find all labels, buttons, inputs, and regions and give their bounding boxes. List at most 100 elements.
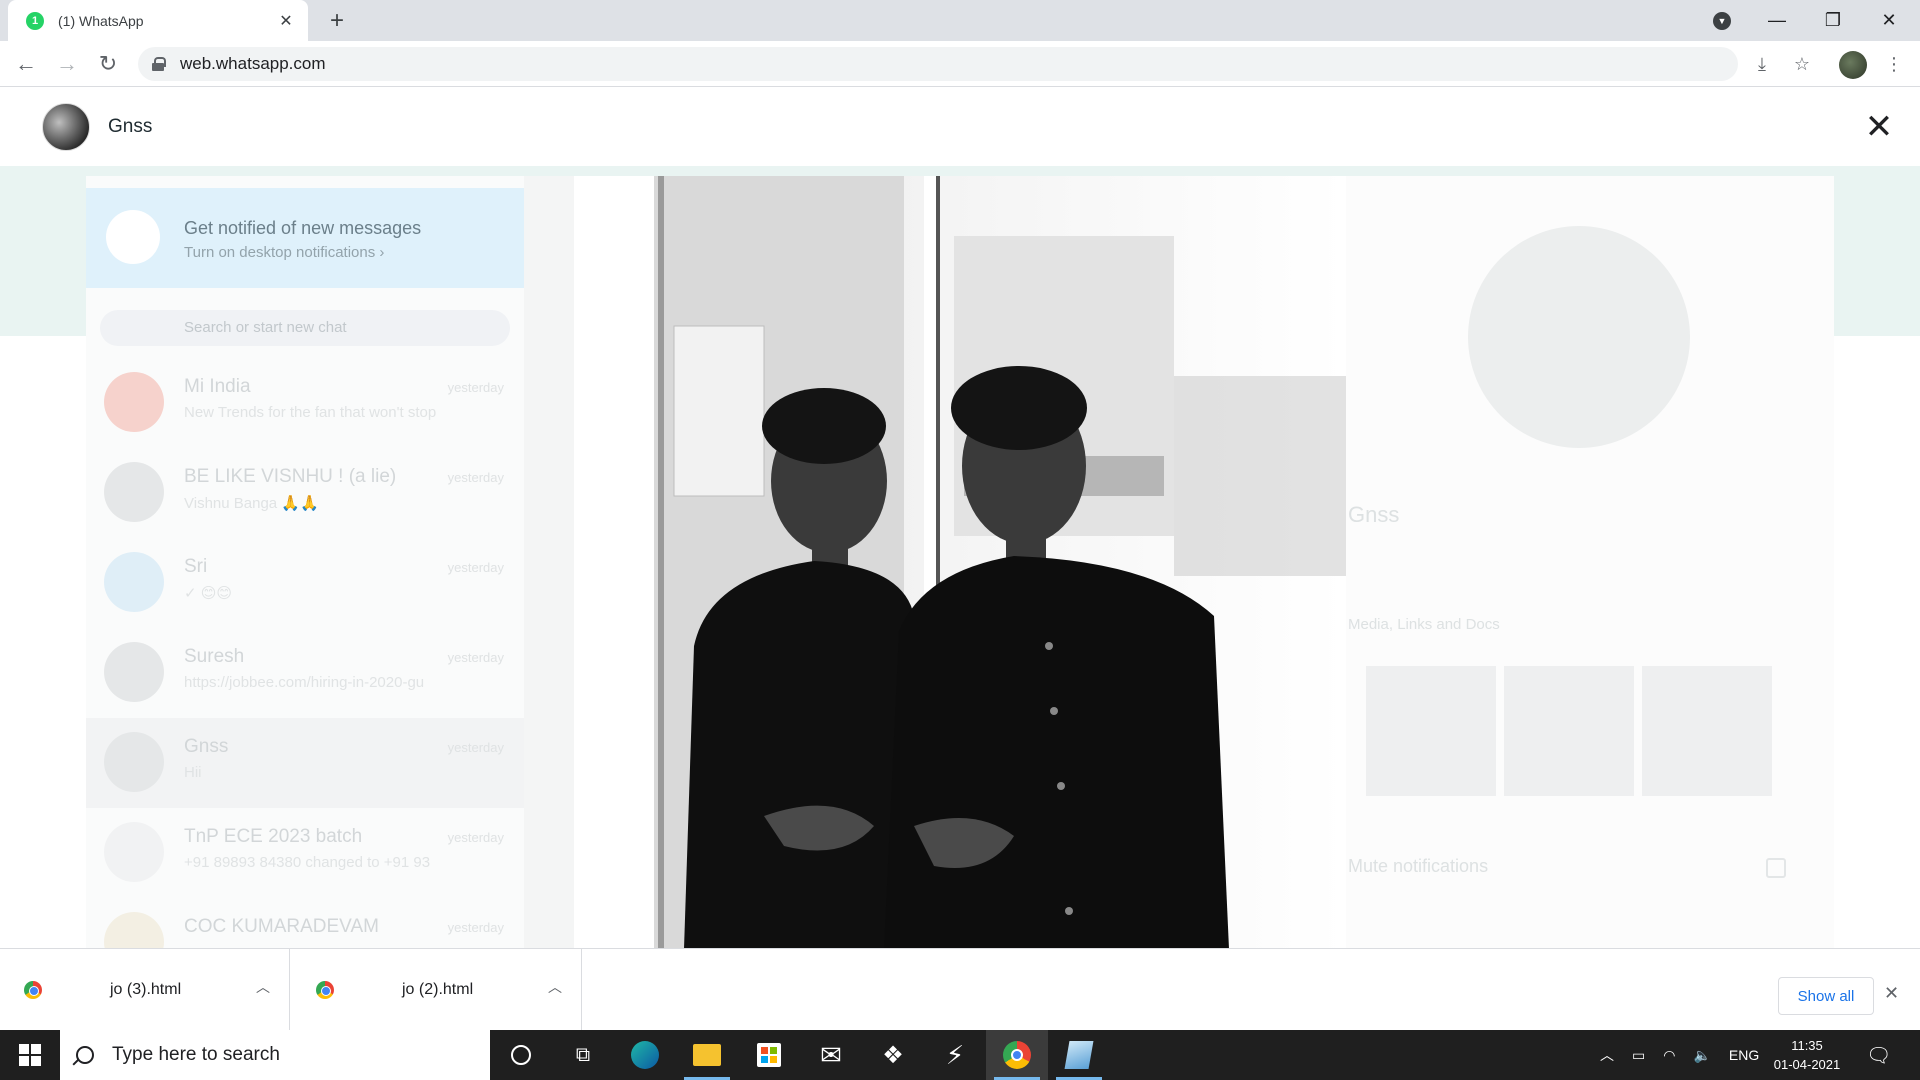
avatar [104,732,164,792]
contact-name[interactable]: Gnss [108,116,152,138]
notice-subtitle: Turn on desktop notifications › [184,244,385,261]
address-bar[interactable]: web.whatsapp.com [138,47,1738,81]
chrome-file-icon [24,981,42,999]
mail-app[interactable]: ✉ [800,1030,862,1080]
download-filename: jo (3).html [110,981,182,998]
cortana-button[interactable] [490,1030,552,1080]
notepad-app[interactable] [1048,1030,1110,1080]
download-item[interactable]: jo (3).html ︿ [0,949,290,1031]
downloads-bar: jo (3).html ︿ jo (2).html ︿ Show all ✕ [0,948,1920,1031]
profile-photo-frame [574,176,1346,948]
back-button[interactable]: ← [10,48,42,80]
windows-taskbar: Type here to search ⧉ ✉ ❖ ⚡ ︿ ▭ ◠ 🔈 ENG [0,1030,1920,1080]
store-icon [757,1043,781,1067]
browser-toolbar: ← → ↻ web.whatsapp.com ⤓ ☆ ⋮ [0,41,1920,87]
avatar [104,642,164,702]
close-viewer-icon[interactable]: ✕ [1856,104,1902,150]
minimize-button[interactable]: — [1754,0,1800,40]
chat-time: yesterday [447,650,504,665]
battery-icon[interactable]: ▭ [1632,1047,1645,1064]
download-icon[interactable]: ⤓ [1748,50,1776,78]
chat-preview: +91 89893 84380 changed to +91 93 [184,854,431,871]
media-thumbnail [1366,666,1496,796]
browser-tab-strip: 1 (1) WhatsApp ✕ + ▼ — ❐ ✕ [0,0,1920,41]
language-indicator[interactable]: ENG [1729,1047,1759,1063]
chrome-icon [1003,1041,1031,1069]
system-tray: ︿ ▭ ◠ 🔈 ENG [1600,1030,1777,1080]
download-filename: jo (2).html [402,981,474,998]
chat-preview: https://jobbee.com/hiring-in-2020-gu [184,674,425,691]
avatar [104,822,164,882]
profile-photo [614,176,1346,948]
chat-name: Mi India [184,376,251,397]
task-view-button[interactable]: ⧉ [552,1030,614,1080]
avatar [104,552,164,612]
tab-search-button[interactable]: ▼ [1709,8,1735,34]
show-all-button[interactable]: Show all [1778,977,1874,1015]
chat-search-input: Search or start new chat [100,310,510,346]
notification-icon: 🗨 [1866,1044,1892,1067]
chat-preview: New Trends for the fan that won't stop [184,404,437,421]
chrome-file-icon [316,981,334,999]
taskbar-search-box[interactable]: Type here to search [60,1030,490,1080]
chevron-up-icon[interactable]: ︿ [256,977,270,997]
chat-time: yesterday [447,740,504,755]
chat-name: TnP ECE 2023 batch [184,826,363,847]
media-thumbnail [1504,666,1634,796]
taskbar-clock[interactable]: 11:35 01-04-2021 [1762,1036,1852,1074]
volume-icon[interactable]: 🔈 [1693,1047,1710,1064]
new-tab-button[interactable]: + [320,6,354,36]
cortana-icon [511,1045,531,1065]
wifi-icon[interactable]: ◠ [1663,1047,1675,1064]
tab-whatsapp[interactable]: 1 (1) WhatsApp ✕ [8,0,308,41]
profile-avatar[interactable] [1839,51,1867,79]
search-icon [76,1046,94,1064]
start-button[interactable] [0,1030,60,1080]
contact-avatar[interactable] [42,103,90,151]
menu-kebab-icon[interactable]: ⋮ [1880,50,1908,78]
media-viewer-header: Gnss ✕ [0,88,1920,166]
download-item[interactable]: jo (2).html ︿ [292,949,582,1031]
contact-info-avatar [1468,226,1690,448]
chat-name: Gnss [184,736,229,757]
file-explorer-app[interactable] [676,1030,738,1080]
pinned-app[interactable]: ⚡ [924,1030,986,1080]
chat-list-item: Mi India yesterday New Trends for the fa… [86,358,524,448]
bookmark-star-icon[interactable]: ☆ [1788,50,1816,78]
close-downloads-icon[interactable]: ✕ [1884,983,1899,1004]
windows-logo-icon [19,1044,41,1066]
edge-app[interactable] [614,1030,676,1080]
chat-time: yesterday [447,470,504,485]
restore-button[interactable]: ❐ [1810,0,1856,40]
lock-icon [152,57,166,71]
forward-button[interactable]: → [51,48,83,80]
chat-list-item: Sri yesterday ✓ 😊😊 [86,538,524,628]
chat-name: Sri [184,556,208,577]
tab-close-icon[interactable]: ✕ [276,11,296,31]
chrome-app[interactable] [986,1030,1048,1080]
chat-time: yesterday [447,830,504,845]
chat-time: yesterday [447,380,504,395]
chevron-up-icon[interactable]: ︿ [548,977,562,997]
store-app[interactable] [738,1030,800,1080]
reload-button[interactable]: ↻ [92,48,124,80]
chat-list-item: COC KUMARADEVAM yesterday [86,898,524,948]
chevron-up-icon[interactable]: ︿ [1600,1045,1614,1065]
avatar [104,462,164,522]
chevron-down-icon: ▼ [1713,12,1731,30]
folder-icon [693,1044,721,1066]
chat-preview: ✓ 😊😊 [184,585,233,602]
window-close-button[interactable]: ✕ [1866,0,1912,40]
clock-time: 11:35 [1791,1038,1823,1053]
chat-list-item: Gnss yesterday Hii [86,718,524,808]
notice-title: Get notified of new messages [184,218,422,238]
dropbox-icon: ❖ [882,1041,904,1069]
clock-date: 01-04-2021 [1773,1057,1841,1072]
contact-info-name: Gnss [1348,502,1400,527]
dropbox-app[interactable]: ❖ [862,1030,924,1080]
chat-list-item: Suresh yesterday https://jobbee.com/hiri… [86,628,524,718]
avatar [104,372,164,432]
whatsapp-favicon-icon: 1 [26,11,44,30]
notification-center-button[interactable]: 🗨 [1866,1030,1891,1080]
media-section-label: Media, Links and Docs [1348,616,1500,633]
